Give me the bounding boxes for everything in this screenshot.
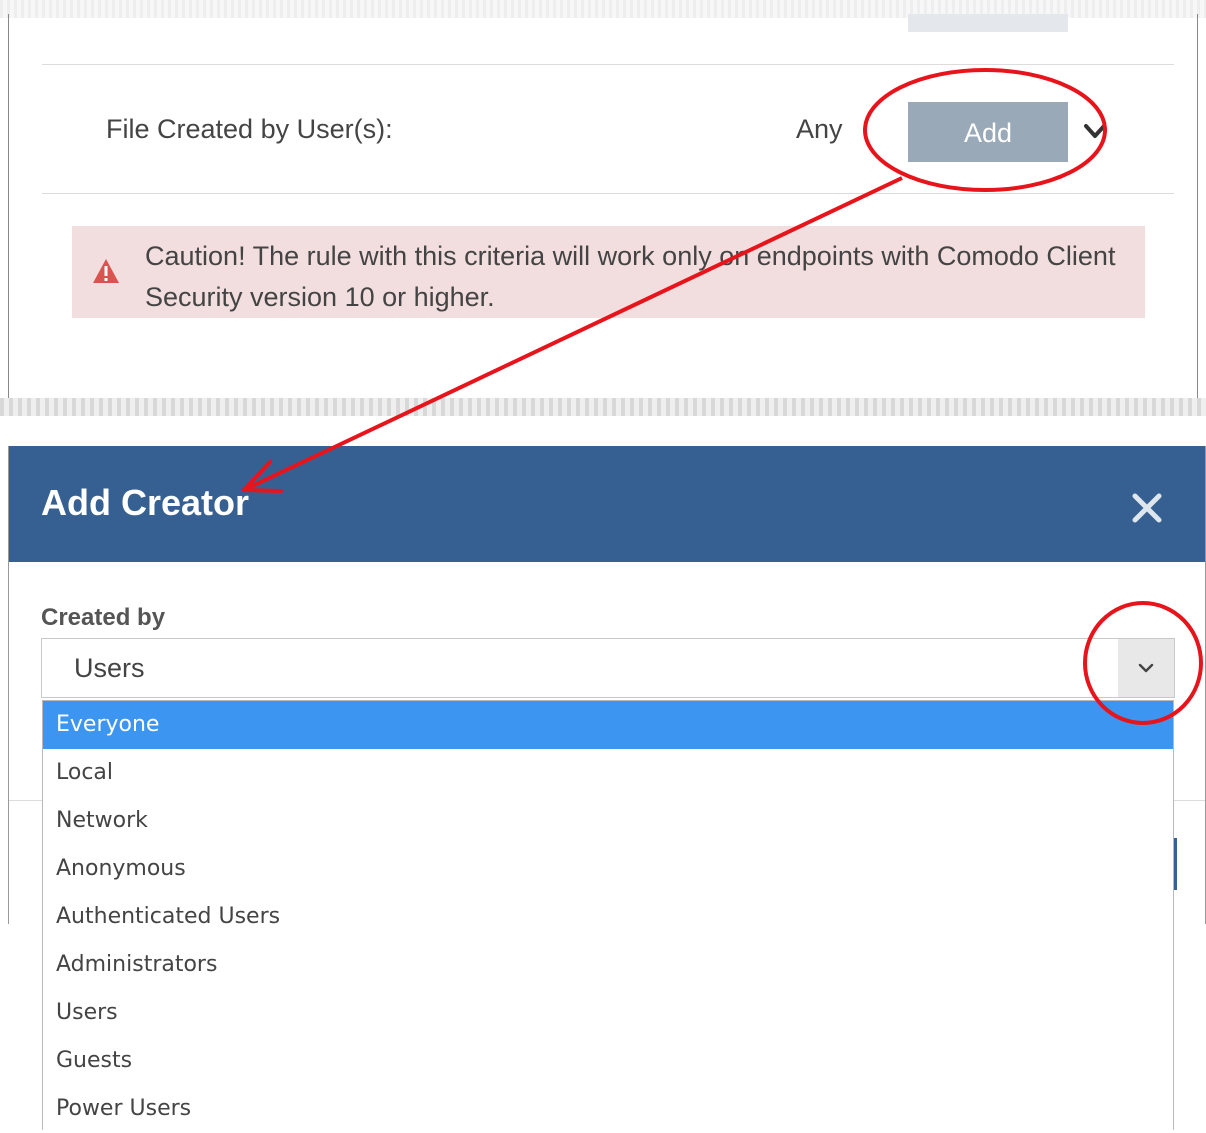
option-authenticated-users[interactable]: Authenticated Users [43, 893, 1173, 941]
option-everyone[interactable]: Everyone [43, 701, 1173, 749]
chevron-down-icon[interactable] [1082, 118, 1108, 144]
caution-alert: Caution! The rule with this criteria wil… [72, 226, 1145, 318]
created-by-label: Created by [41, 604, 166, 631]
divider [42, 64, 1174, 65]
current-value-text: Any [796, 114, 843, 144]
dialog-title: Add Creator [41, 482, 250, 523]
panel-border-right [1197, 14, 1198, 400]
dialog-header: Add Creator [9, 446, 1205, 562]
selected-value: Users [74, 653, 145, 683]
previous-button-stub [908, 14, 1068, 32]
option-guests[interactable]: Guests [43, 1037, 1173, 1085]
caution-text: Caution! The rule with this criteria wil… [145, 241, 1116, 312]
option-anonymous[interactable]: Anonymous [43, 845, 1173, 893]
torn-edge-bottom [0, 398, 1206, 416]
divider [42, 193, 1174, 194]
panel-border-left [8, 14, 9, 400]
created-by-options-list: Everyone Local Network Anonymous Authent… [42, 700, 1174, 1130]
dropdown-toggle-button[interactable] [1118, 639, 1174, 697]
close-icon[interactable] [1127, 488, 1167, 528]
rule-criteria-panel: File Created by User(s): Any Add Caution… [0, 0, 1206, 416]
file-created-by-label: File Created by User(s): [106, 114, 393, 144]
option-network[interactable]: Network [43, 797, 1173, 845]
option-users[interactable]: Users [43, 989, 1173, 1037]
option-local[interactable]: Local [43, 749, 1173, 797]
option-administrators[interactable]: Administrators [43, 941, 1173, 989]
warning-icon [92, 258, 120, 284]
add-button[interactable]: Add [908, 102, 1068, 162]
created-by-select[interactable]: Users [41, 638, 1175, 698]
chevron-down-icon [1138, 663, 1154, 673]
option-power-users[interactable]: Power Users [43, 1085, 1173, 1133]
